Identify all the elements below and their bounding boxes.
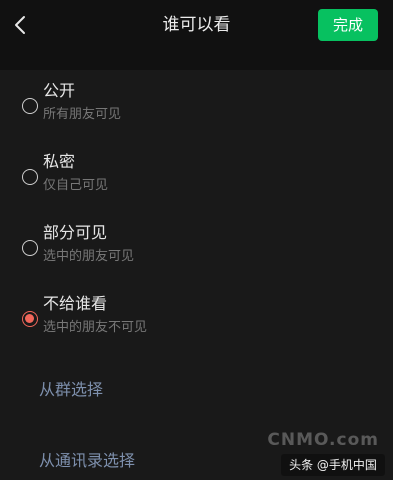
done-button[interactable]: 完成	[318, 9, 378, 41]
radio-button[interactable]	[22, 240, 38, 256]
watermark-text: 头条 @手机中国	[281, 454, 385, 476]
radio-button[interactable]	[22, 169, 38, 185]
option-title: 公开	[43, 81, 76, 100]
option-subtitle: 选中的朋友可见	[43, 249, 135, 264]
privacy-screen: 谁可以看 完成 公开 所有朋友可见 私密 仅自己可见 部分可见 选中的朋友可见 …	[0, 0, 393, 480]
option-subtitle: 所有朋友可见	[43, 107, 122, 122]
radio-button-selected[interactable]	[22, 311, 38, 327]
option-title: 不给谁看	[43, 294, 108, 313]
select-from-contacts-link[interactable]: 从通讯录选择	[39, 450, 135, 472]
option-partial-visible[interactable]: 部分可见 选中的朋友可见	[0, 212, 393, 283]
watermark-logo: CNMO.com	[267, 430, 379, 450]
option-public[interactable]: 公开 所有朋友可见	[0, 70, 393, 141]
watermark: CNMO.com 头条 @手机中国	[265, 430, 385, 476]
option-subtitle: 选中的朋友不可见	[43, 320, 148, 335]
option-hide-from[interactable]: 不给谁看 选中的朋友不可见	[0, 283, 393, 354]
select-from-group-link[interactable]: 从群选择	[39, 379, 103, 401]
option-title: 部分可见	[43, 223, 108, 242]
radio-button[interactable]	[22, 98, 38, 114]
option-subtitle: 仅自己可见	[43, 178, 109, 193]
option-private[interactable]: 私密 仅自己可见	[0, 141, 393, 212]
option-title: 私密	[43, 152, 76, 171]
top-bar: 谁可以看 完成	[0, 0, 393, 70]
visibility-options-list: 公开 所有朋友可见 私密 仅自己可见 部分可见 选中的朋友可见 不给谁看 选中的…	[0, 70, 393, 480]
